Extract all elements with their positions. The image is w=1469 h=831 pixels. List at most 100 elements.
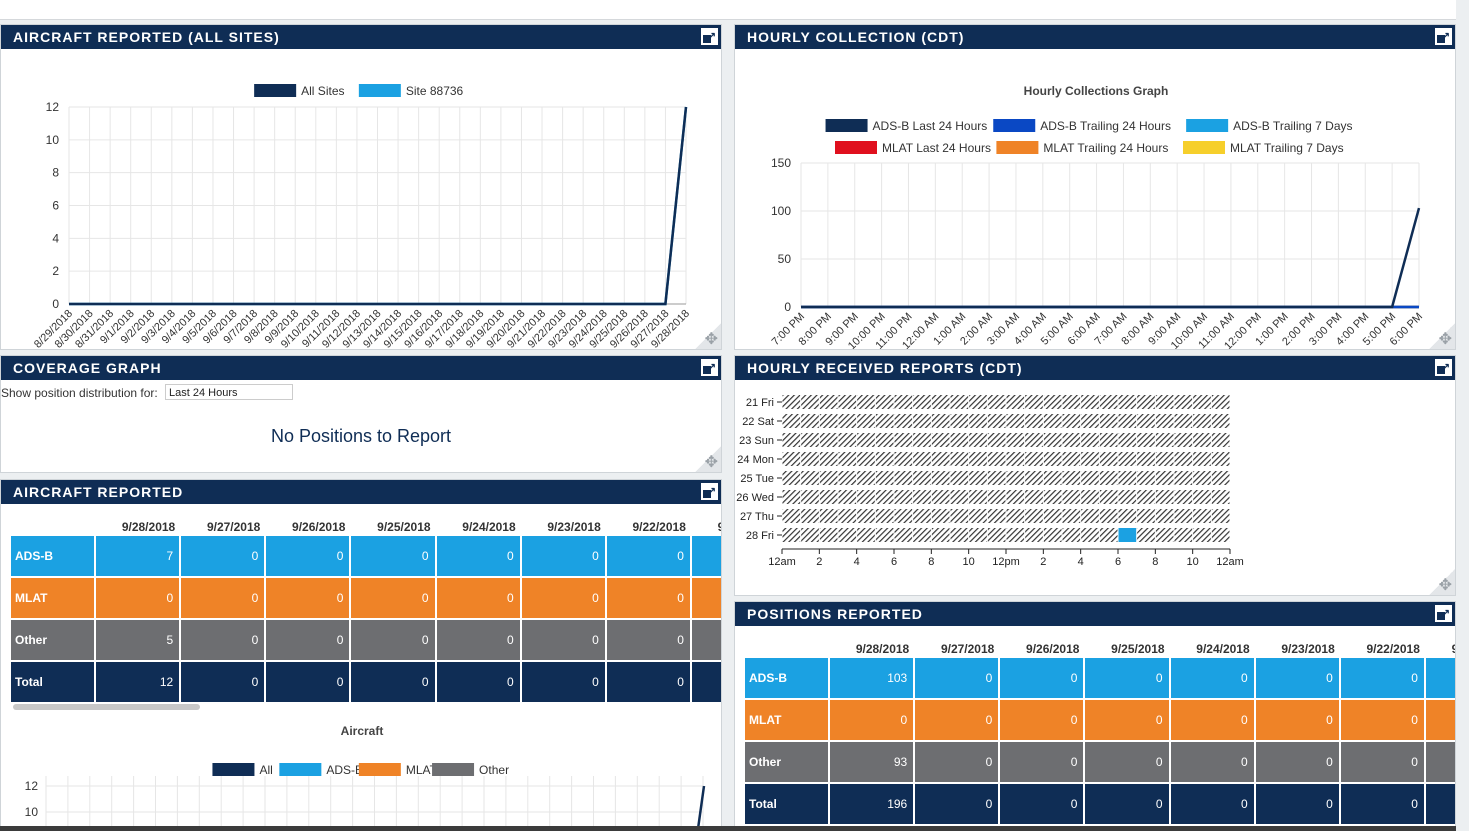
heatmap-cell <box>931 471 950 485</box>
x-tick-label: 10 <box>1187 556 1199 568</box>
table-cell: 0 <box>351 536 435 576</box>
y-tick-label: 4 <box>52 231 59 245</box>
move-icon: ✥ <box>1438 331 1452 348</box>
expand-icon[interactable] <box>700 25 719 49</box>
heatmap-cell <box>1193 414 1211 428</box>
heatmap-cell <box>1155 414 1174 428</box>
heatmap-cell <box>857 452 875 466</box>
expand-icon[interactable] <box>700 480 719 504</box>
heatmap-cell <box>1006 414 1025 428</box>
table-cell: 0 <box>181 620 265 660</box>
table-row: MLAT 0 0 0 0 0 0 0 <box>11 578 721 618</box>
heatmap-cell <box>1081 528 1099 542</box>
row-label: ADS-B <box>11 536 95 576</box>
heatmap-cell <box>1025 509 1043 523</box>
hourly-collection-panel: HOURLY COLLECTION (CDT) Hourly Collectio… <box>734 24 1456 350</box>
column-header: 9/27/2018 <box>940 642 995 656</box>
row-label: 23 Sun <box>739 435 774 447</box>
heatmap-cell <box>782 452 801 466</box>
distribution-range-select[interactable]: Last 24 Hours <box>165 384 293 400</box>
heatmap-cell <box>931 433 950 447</box>
heatmap-cell <box>1062 471 1081 485</box>
expand-icon[interactable] <box>1434 602 1453 626</box>
heatmap-cell <box>1155 433 1174 447</box>
panel-title: AIRCRAFT REPORTED (ALL SITES) <box>13 29 280 45</box>
move-handle[interactable]: ✥ <box>695 446 721 472</box>
heatmap-cell <box>819 528 838 542</box>
table-row: Total 12 0 0 0 0 0 0 <box>11 662 721 702</box>
table-cell <box>1425 784 1455 824</box>
column-header: 9/25/2018 <box>377 520 431 534</box>
heatmap-cell <box>857 490 875 504</box>
heatmap-cell <box>950 490 969 504</box>
heatmap-cell <box>1062 490 1081 504</box>
heatmap-cell <box>819 452 838 466</box>
y-tick-label: 6 <box>52 199 59 213</box>
top-strip <box>0 0 1456 20</box>
heatmap-cell <box>931 528 950 542</box>
panel-title: POSITIONS REPORTED <box>747 606 923 622</box>
column-header: 9/22/2018 <box>1366 642 1420 656</box>
heatmap-cell <box>987 414 1006 428</box>
x-tick-label: 10 <box>963 556 975 568</box>
table-cell: 0 <box>606 536 690 576</box>
table-cell: 196 <box>830 784 914 824</box>
move-handle[interactable]: ✥ <box>1429 569 1455 595</box>
heatmap-cell <box>801 490 819 504</box>
aircraft-line-chart: AircraftAll ADS-B MLAT Other1210 <box>25 724 706 830</box>
heatmap-cell <box>950 414 969 428</box>
table-cell: 0 <box>830 700 914 740</box>
expand-icon[interactable] <box>700 356 719 380</box>
heatmap-cell <box>857 528 875 542</box>
y-tick-label: 0 <box>784 300 791 314</box>
table-cell: 0 <box>1000 784 1084 824</box>
heatmap-cell <box>1137 414 1155 428</box>
heatmap-cell <box>857 433 875 447</box>
x-tick-label: 6 <box>1115 556 1121 568</box>
heatmap-cell <box>1081 433 1099 447</box>
heatmap-cell <box>894 528 913 542</box>
heatmap-cell <box>838 509 857 523</box>
table-cell: 0 <box>1085 658 1169 698</box>
bottom-strip <box>0 826 1456 831</box>
heatmap-cell <box>1025 395 1043 409</box>
heatmap-cell <box>1081 509 1099 523</box>
heatmap-cell <box>1043 490 1062 504</box>
expand-icon[interactable] <box>1434 25 1453 49</box>
heatmap-cell <box>987 433 1006 447</box>
heatmap-cell <box>782 509 801 523</box>
table-cell: 0 <box>351 620 435 660</box>
table-cell <box>691 536 721 576</box>
heatmap-cell <box>857 395 875 409</box>
legend-swatch <box>432 763 475 776</box>
expand-icon[interactable] <box>1434 356 1453 380</box>
y-tick-label: 0 <box>52 297 59 311</box>
legend-swatch <box>254 84 297 97</box>
heatmap-cell <box>969 509 987 523</box>
horizontal-scrollbar[interactable] <box>13 704 200 710</box>
table-cell: 0 <box>606 662 690 702</box>
table-cell: 0 <box>436 620 520 660</box>
table-cell <box>1425 700 1455 740</box>
heatmap-cell <box>819 414 838 428</box>
row-label: Other <box>745 742 829 782</box>
heatmap-cell <box>1062 395 1081 409</box>
row-label: 21 Fri <box>746 397 774 409</box>
heatmap-cell <box>1006 433 1025 447</box>
heatmap-cell <box>987 471 1006 485</box>
heatmap-cell <box>857 414 875 428</box>
table-row: Other 5 0 0 0 0 0 0 <box>11 620 721 660</box>
move-handle[interactable]: ✥ <box>1429 323 1455 349</box>
legend-swatch <box>835 141 877 154</box>
legend-label: All <box>259 763 272 777</box>
heatmap-cell <box>950 528 969 542</box>
heatmap-cell <box>1211 395 1230 409</box>
y-tick-label: 10 <box>25 805 39 819</box>
table-cell: 0 <box>1085 742 1169 782</box>
heatmap-cell <box>969 395 987 409</box>
legend-label: All Sites <box>301 84 344 98</box>
heatmap-cell <box>894 490 913 504</box>
move-handle[interactable]: ✥ <box>695 323 721 349</box>
heatmap-cell <box>1193 452 1211 466</box>
table-cell: 0 <box>181 536 265 576</box>
